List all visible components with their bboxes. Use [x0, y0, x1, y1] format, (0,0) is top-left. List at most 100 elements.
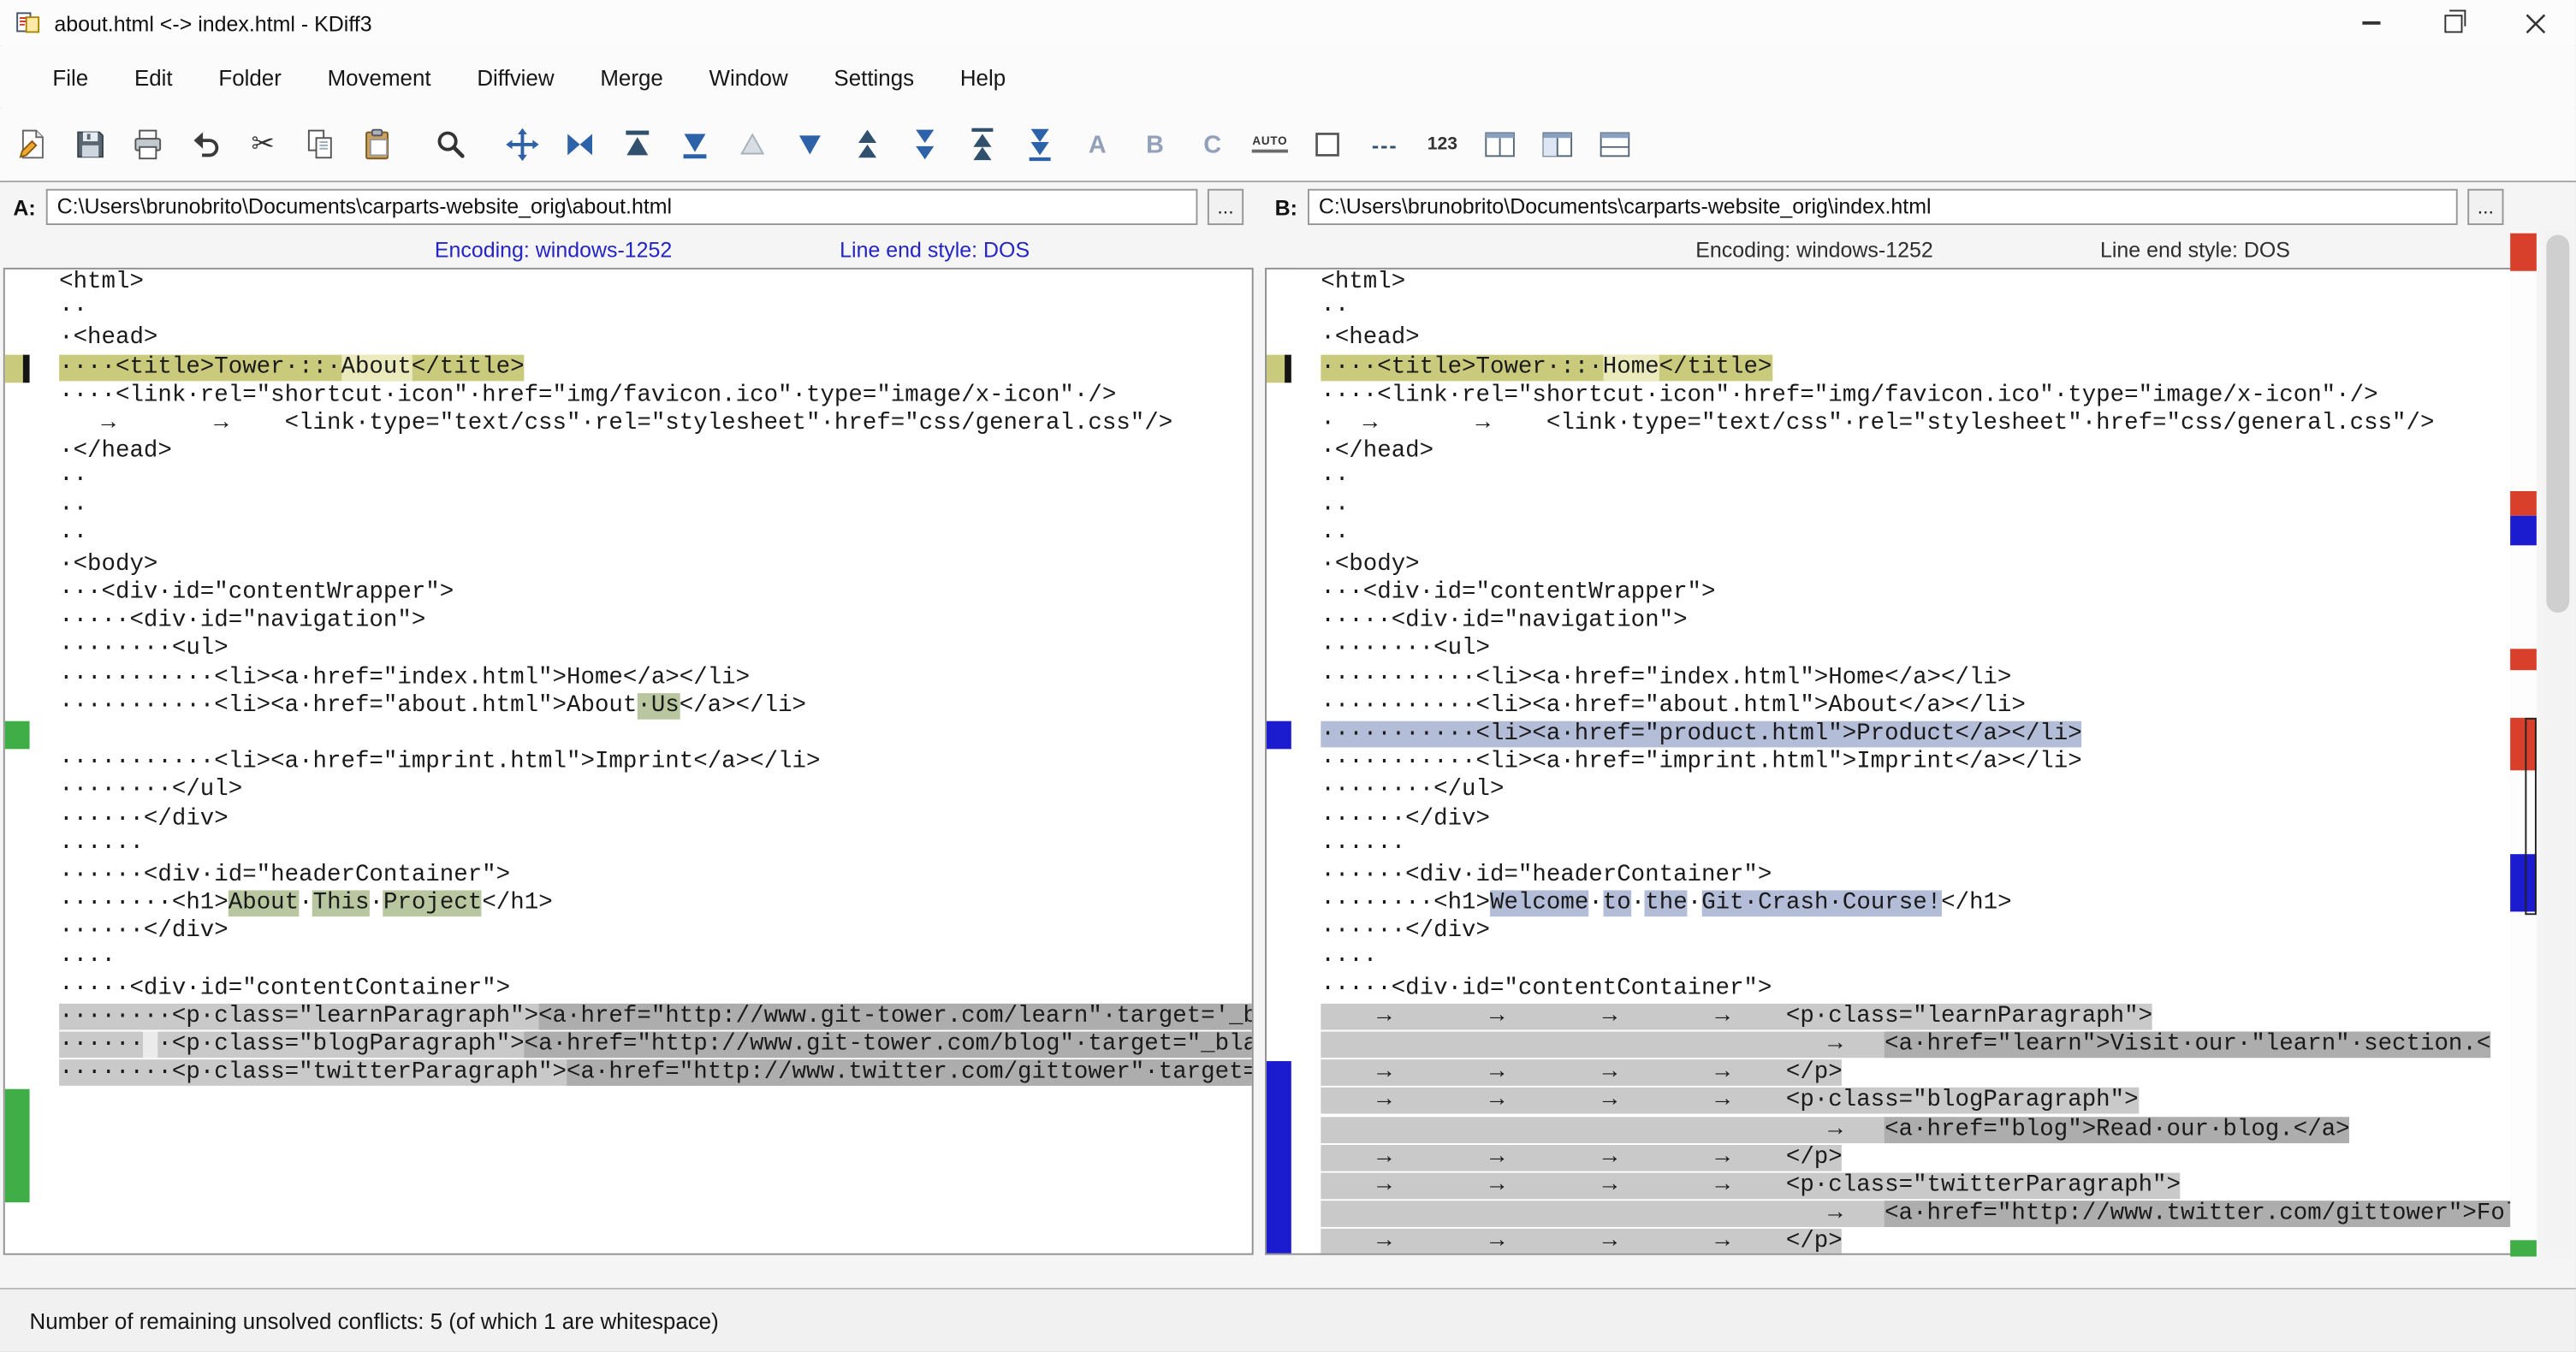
paste-button[interactable] — [352, 116, 404, 172]
vertical-scrollbar-thumb[interactable] — [2546, 235, 2569, 614]
minimize-button[interactable] — [2330, 0, 2412, 46]
code-line: → → → → </p> — [1321, 1060, 2512, 1088]
code-line: → → → → <p·class="learnParagraph"> — [1321, 1004, 2512, 1032]
goto-next-unsolved-conflict-icon — [1022, 127, 1058, 163]
goto-next-unsolved-conflict-button[interactable] — [1013, 116, 1065, 172]
code-line: ·<head> — [59, 326, 1252, 354]
kdiff3-window: about.html <-> index.html - KDiff3 File … — [0, 0, 2576, 1352]
goto-current-delta-icon — [504, 127, 540, 163]
pane-splitter[interactable] — [1254, 268, 1265, 1255]
code-line: ·<body> — [1321, 552, 2512, 580]
pane-b-path-field[interactable]: C:\Users\brunobrito\Documents\carparts-w… — [1307, 189, 2457, 225]
menu-settings[interactable]: Settings — [811, 55, 937, 99]
goto-current-delta-button[interactable] — [496, 116, 549, 172]
code-line: ·· — [1321, 467, 2512, 495]
code-line: ·····<div·id="navigation"> — [1321, 608, 2512, 637]
find-button[interactable] — [424, 116, 476, 172]
select-lines-b-button[interactable]: B — [1129, 116, 1181, 172]
save-button[interactable] — [64, 116, 116, 172]
code-line: → <a·href="http://www.twitter.com/gittow… — [1321, 1201, 2512, 1230]
pane-a-browse-button[interactable]: ... — [1208, 189, 1243, 225]
diff-margin-marker — [5, 354, 30, 382]
print-button[interactable] — [122, 116, 174, 172]
menu-edit[interactable]: Edit — [111, 55, 195, 99]
goto-next-conflict-button[interactable] — [899, 116, 951, 172]
goto-prev-delta-button[interactable] — [726, 116, 778, 172]
diff-margin-marker — [1267, 1060, 1291, 1254]
overview-diff-segment[interactable] — [2510, 491, 2537, 516]
titlebar: about.html <-> index.html - KDiff3 — [0, 0, 2576, 46]
code-line: ···· — [1321, 947, 2512, 975]
cut-button[interactable]: ✂ — [236, 116, 288, 172]
goto-first-delta-button[interactable] — [611, 116, 663, 172]
code-line: ···········<li><a·href="index.html">Home… — [1321, 665, 2512, 693]
code-line: ····<title>Tower·::·Home</title> — [1321, 354, 2512, 382]
code-line: ······</div> — [1321, 919, 2512, 947]
code-line: ·<head> — [1321, 326, 2512, 354]
goto-next-conflict-icon — [907, 127, 943, 163]
show-whitespace-button[interactable]: --- — [1359, 116, 1411, 172]
code-line: ·· — [59, 467, 1252, 495]
pane-a: A: C:\Users\brunobrito\Documents\carpart… — [3, 182, 1254, 1254]
statusbar: Number of remaining unsolved conflicts: … — [0, 1288, 2576, 1352]
overview-column[interactable] — [2510, 232, 2537, 1259]
overview-diff-segment[interactable] — [2510, 234, 2537, 271]
code-line: ·····<div·id="contentContainer"> — [59, 975, 1252, 1004]
menu-help[interactable]: Help — [937, 55, 1029, 99]
pane-b: B: C:\Users\brunobrito\Documents\carpart… — [1265, 182, 2514, 1254]
show-line-numbers-button[interactable]: 123 — [1416, 116, 1469, 172]
view-split-horizontal-button[interactable] — [1588, 116, 1641, 172]
goto-last-delta-button[interactable] — [668, 116, 721, 172]
code-line: → → → → <p·class="twitterParagraph"> — [1321, 1173, 2512, 1201]
code-line: ···<div·id="contentWrapper"> — [59, 580, 1252, 608]
select-lines-a-button[interactable]: A — [1071, 116, 1124, 172]
menu-diffview[interactable]: Diffview — [454, 55, 577, 99]
code-line: · → → <link·type="text/css"·rel="stylesh… — [1321, 411, 2512, 439]
show-line-numbers-icon: 123 — [1427, 134, 1457, 154]
pane-b-lineend-label: Line end style: DOS — [2100, 237, 2290, 262]
undo-button[interactable] — [179, 116, 231, 172]
code-line: → → → → </p> — [1321, 1145, 2512, 1173]
paste-icon — [359, 127, 395, 163]
menu-merge[interactable]: Merge — [577, 55, 686, 99]
code-line: ······<div·id="headerContainer"> — [1321, 863, 2512, 891]
code-line: → → → → <p·class="blogParagraph"> — [1321, 1088, 2512, 1117]
menu-file[interactable]: File — [30, 55, 112, 99]
goto-prev-unsolved-conflict-button[interactable] — [956, 116, 1008, 172]
code-line: ·<body> — [59, 552, 1252, 580]
menu-movement[interactable]: Movement — [305, 55, 454, 99]
manual-diff-alignment-icon — [562, 127, 598, 163]
show-whitespace-characters-button[interactable] — [1301, 116, 1353, 172]
pane-a-code-area[interactable]: <html>···<head>····<title>Tower·::·About… — [3, 268, 1254, 1255]
pane-b-code-area[interactable]: <html>···<head>····<title>Tower·::·Home<… — [1265, 268, 2514, 1255]
goto-prev-conflict-button[interactable] — [841, 116, 893, 172]
goto-next-delta-button[interactable] — [784, 116, 836, 172]
view-split-focus-button[interactable] — [1531, 116, 1583, 172]
code-line: ···········<li><a·href="product.html">Pr… — [1321, 721, 2512, 750]
copy-button[interactable] — [294, 116, 347, 172]
overview-diff-segment[interactable] — [2510, 649, 2537, 670]
restore-icon — [2443, 14, 2461, 32]
auto-advance-button[interactable]: AUTO — [1243, 116, 1296, 172]
show-whitespace-icon: --- — [1372, 133, 1398, 157]
goto-last-delta-icon — [677, 127, 713, 163]
overview-view-range — [2525, 718, 2536, 915]
menu-window[interactable]: Window — [686, 55, 811, 99]
select-lines-c-button[interactable]: C — [1186, 116, 1238, 172]
code-line: ·· — [59, 298, 1252, 326]
close-icon — [2524, 12, 2545, 33]
overview-diff-segment[interactable] — [2510, 516, 2537, 546]
close-button[interactable] — [2494, 0, 2576, 46]
status-text: Number of remaining unsolved conflicts: … — [30, 1308, 719, 1333]
maximize-button[interactable] — [2412, 0, 2494, 46]
view-split-vertical-button[interactable] — [1474, 116, 1526, 172]
pane-b-browse-button[interactable]: ... — [2467, 189, 2503, 225]
manual-diff-alignment-button[interactable] — [554, 116, 606, 172]
menu-folder[interactable]: Folder — [195, 55, 304, 99]
open-document-button[interactable] — [7, 116, 59, 172]
vertical-scrollbar[interactable] — [2543, 232, 2573, 1259]
print-icon — [130, 127, 166, 163]
code-line: ···········<li><a·href="index.html">Home… — [59, 665, 1252, 693]
overview-diff-segment[interactable] — [2510, 1240, 2537, 1256]
pane-a-path-field[interactable]: C:\Users\brunobrito\Documents\carparts-w… — [45, 189, 1197, 225]
